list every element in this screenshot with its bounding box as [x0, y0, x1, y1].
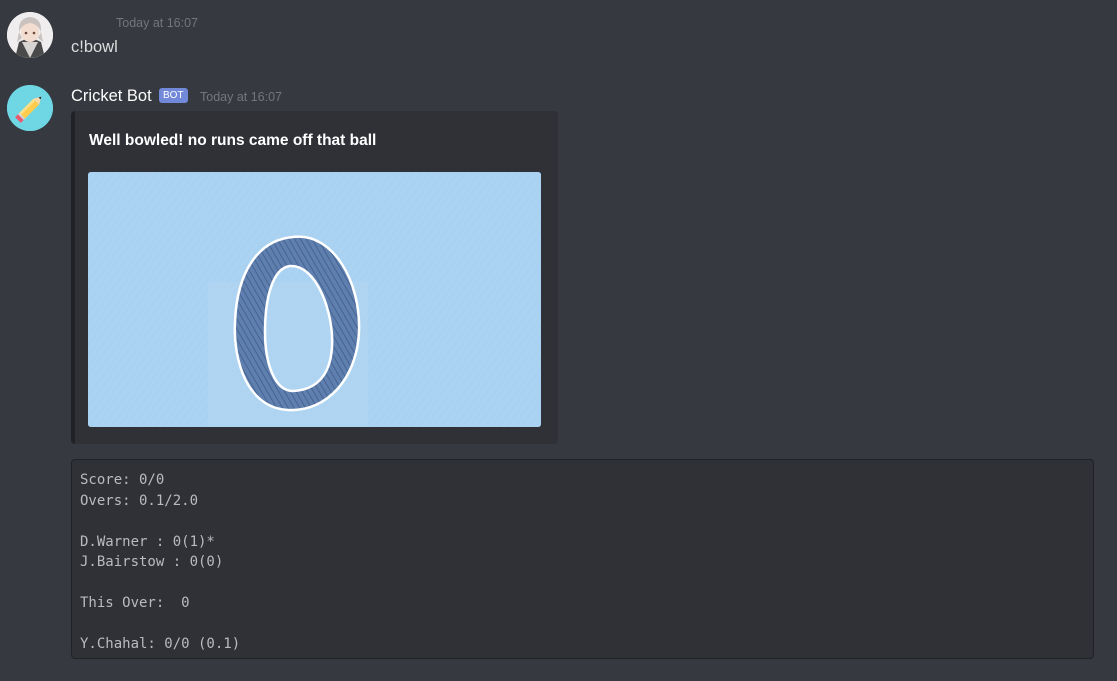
this-over-line: This Over: 0	[80, 595, 190, 611]
bot-tag-badge: BOT	[159, 88, 188, 103]
batsman-line: D.Warner : 0(1)*	[80, 533, 215, 550]
hand-drawn-zero-illustration	[88, 172, 541, 427]
bot-avatar[interactable]	[7, 85, 53, 131]
user-message-text: c!bowl	[71, 38, 118, 56]
overs-line: Overs: 0.1/2.0	[80, 492, 199, 509]
score-line: Score: 0/0	[80, 472, 165, 488]
embed-title: Well bowled! no runs came off that ball	[89, 132, 377, 149]
bot-embed: Well bowled! no runs came off that ball	[71, 111, 558, 444]
bot-username[interactable]: Cricket Bot	[71, 87, 152, 106]
chat-log: Today at 16:07 c!bowl Cricket Bot BOT To…	[0, 0, 1117, 681]
pencil-icon	[7, 85, 53, 131]
bot-message-timestamp: Today at 16:07	[200, 90, 283, 104]
batsman-line: J.Bairstow : 0(0)	[80, 554, 224, 570]
user-avatar[interactable]	[7, 12, 53, 58]
bowler-line: Y.Chahal: 0/0 (0.1)	[80, 636, 241, 652]
scorecard-codeblock: Score: 0/0 Overs: 0.1/2.0 D.Warner : 0(1…	[71, 459, 1094, 659]
embed-image[interactable]	[88, 172, 541, 427]
anime-character-avatar-icon	[7, 12, 53, 58]
user-message-timestamp: Today at 16:07	[116, 16, 199, 30]
